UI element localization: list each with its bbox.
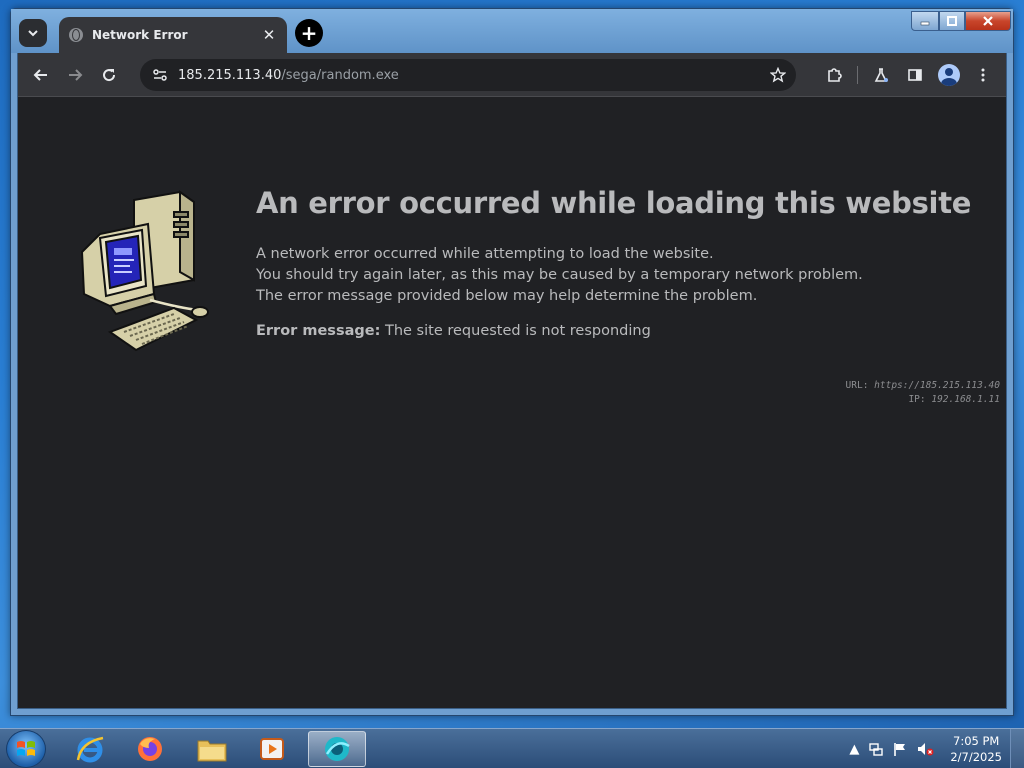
folder-icon: [197, 740, 227, 762]
title-bar: Network Error ✕ +: [11, 9, 1013, 53]
meta-ip: IP: 192.168.1.11: [908, 394, 1000, 405]
maximize-button[interactable]: [939, 11, 965, 31]
menu-button[interactable]: [966, 58, 1000, 92]
side-panel-button[interactable]: [898, 58, 932, 92]
page-title: An error occurred while loading this web…: [256, 186, 972, 220]
minimize-button[interactable]: [911, 11, 939, 31]
error-description: A network error occurred while attemptin…: [256, 244, 863, 307]
site-settings-icon[interactable]: [152, 67, 168, 83]
taskbar-file-explorer[interactable]: [184, 731, 240, 767]
system-tray: ▲ 7:05 PM 2/7/2025: [844, 729, 1024, 768]
browser-window: Network Error ✕ + 185.215.113.40/sega/ra…: [10, 8, 1014, 716]
error-message-label: Error message:: [256, 323, 381, 339]
tray-expand-icon[interactable]: ▲: [849, 742, 859, 757]
url-path: /sega/random.exe: [281, 67, 399, 83]
chevron-down-icon: [28, 30, 38, 37]
tab-close-icon[interactable]: ✕: [261, 26, 277, 44]
puzzle-icon: [828, 68, 842, 82]
error-meta: URL: https://185.215.113.40 IP: 192.168.…: [846, 379, 1000, 407]
forward-button[interactable]: [58, 58, 92, 92]
page-content: An error occurred while loading this web…: [18, 98, 1006, 708]
clock-time: 7:05 PM: [953, 734, 1000, 748]
toolbar-separator: [857, 66, 858, 84]
taskbar-media-player[interactable]: [244, 731, 300, 767]
media-player-icon: [260, 738, 284, 760]
globe-icon: [69, 28, 83, 42]
url-host: 185.215.113.40: [178, 67, 282, 83]
browser-app-icon: [325, 737, 350, 761]
toolbar: 185.215.113.40/sega/random.exe: [18, 53, 1006, 97]
internet-explorer-icon: [76, 736, 104, 763]
taskbar-internet-explorer[interactable]: [62, 731, 118, 767]
tab-search-button[interactable]: [19, 19, 47, 47]
extensions-button[interactable]: [817, 58, 851, 92]
meta-url: URL: https://185.215.113.40: [845, 380, 1000, 391]
description-line: You should try again later, as this may …: [256, 267, 863, 283]
minimize-icon: [920, 21, 930, 26]
description-line: The error message provided below may hel…: [256, 288, 758, 304]
show-desktop-button[interactable]: [1010, 729, 1024, 768]
start-button[interactable]: [6, 730, 46, 768]
toolbar-actions: [817, 58, 1000, 92]
side-panel-icon: [908, 69, 922, 81]
reload-icon: [103, 68, 116, 81]
taskbar-browser[interactable]: [308, 731, 366, 767]
browser-frame: 185.215.113.40/sega/random.exe An error …: [17, 53, 1007, 709]
error-message-text: The site requested is not responding: [384, 323, 651, 339]
back-button[interactable]: [24, 58, 58, 92]
tab-network-error[interactable]: Network Error ✕: [59, 17, 287, 53]
action-center-flag-icon[interactable]: [892, 741, 908, 757]
tab-title: Network Error: [92, 28, 188, 42]
close-icon: [983, 16, 993, 26]
address-bar[interactable]: 185.215.113.40/sega/random.exe: [140, 59, 796, 91]
reload-button[interactable]: [92, 58, 126, 92]
profile-button[interactable]: [932, 58, 966, 92]
taskbar: ▲ 7:05 PM 2/7/2025: [0, 728, 1024, 768]
taskbar-firefox[interactable]: [122, 731, 178, 767]
retro-computer-icon: [80, 190, 209, 352]
maximize-icon: [947, 16, 957, 26]
new-tab-button[interactable]: +: [295, 19, 323, 47]
network-icon[interactable]: [868, 741, 884, 757]
clock[interactable]: 7:05 PM 2/7/2025: [950, 733, 1002, 765]
close-window-button[interactable]: [965, 11, 1011, 31]
url-text[interactable]: 185.215.113.40/sega/random.exe: [178, 68, 770, 83]
description-line: A network error occurred while attemptin…: [256, 246, 714, 262]
bookmark-star-icon[interactable]: [770, 67, 786, 83]
flask-icon: [874, 68, 888, 82]
clock-date: 2/7/2025: [950, 750, 1002, 764]
arrow-right-icon: [69, 68, 83, 81]
speaker-muted-icon[interactable]: [916, 741, 934, 757]
kebab-menu-icon: [981, 68, 985, 82]
windows-logo-icon: [17, 741, 35, 756]
avatar-icon: [938, 64, 960, 86]
firefox-icon: [138, 737, 162, 761]
error-message: Error message: The site requested is not…: [256, 323, 651, 339]
window-controls: [911, 11, 1011, 31]
labs-button[interactable]: [864, 58, 898, 92]
arrow-left-icon: [33, 68, 47, 81]
